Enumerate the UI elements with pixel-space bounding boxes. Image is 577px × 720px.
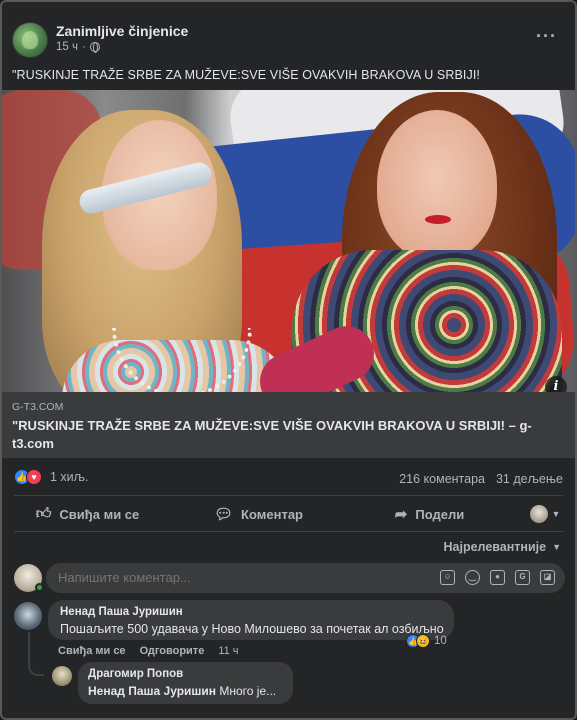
gif-icon[interactable]: G	[515, 570, 530, 585]
comment-like-link[interactable]: Свиђа ми се	[58, 645, 126, 657]
divider	[14, 531, 563, 532]
camera-icon[interactable]: ●	[490, 570, 505, 585]
link-title[interactable]: "RUSKINJE TRAŽE SRBE ZA MUŽEVE:SVE VIŠE …	[12, 417, 557, 453]
caret-down-icon: ▼	[551, 509, 561, 519]
comment-reactions[interactable]: 👍 😆 10	[406, 634, 447, 648]
post-card: Zanimljive činjenice 15 ч · ··· "RUSKINJ…	[0, 0, 577, 720]
post-stats: 👍 ♥ 1 хиљ. 216 коментара 31 дељење	[2, 462, 575, 494]
more-options-button[interactable]: ···	[536, 26, 557, 47]
reply-mention[interactable]: Ненад Паша Јуришин	[88, 684, 216, 698]
comment-bubble: Ненад Паша Јуришин Пошаљите 500 удавача …	[48, 600, 454, 640]
comment-reply-link[interactable]: Одговорите	[140, 645, 205, 657]
reply-bubble: Драгомир Попов Ненад Паша Јуришин Много …	[78, 662, 293, 704]
haha-reaction-icon: 😆	[416, 634, 430, 648]
link-preview[interactable]: G-T3.COM "RUSKINJE TRAŽE SRBE ZA MUŽEVE:…	[2, 392, 575, 458]
comment-button[interactable]: 💬︎ Коментар	[173, 498, 344, 530]
reactions-count: 1 хиљ.	[50, 470, 89, 484]
post-text: "RUSKINJE TRAŽE SRBE ZA MUŽEVE:SVE VIŠE …	[12, 68, 480, 82]
love-reaction-icon: ♥	[26, 469, 42, 485]
avatar	[529, 505, 548, 523]
sticker-icon[interactable]: ◪	[540, 570, 555, 585]
avatar-sticker-icon[interactable]: ☺	[440, 570, 455, 585]
woman-right-face	[377, 110, 497, 260]
share-button[interactable]: ➦ Подели	[344, 498, 515, 530]
post-header: Zanimljive činjenice 15 ч · ···	[2, 2, 575, 62]
caret-down-icon: ▼	[552, 542, 561, 552]
comment-actions: Свиђа ми се Одговорите 11 ч	[58, 645, 239, 657]
page-avatar[interactable]	[12, 22, 48, 58]
globe-icon	[89, 42, 100, 53]
reaction-audience-selector[interactable]: ▼	[515, 498, 575, 530]
reply-text: Ненад Паша Јуришин Много је...	[88, 684, 277, 698]
online-status-dot	[35, 583, 44, 592]
reactions-summary[interactable]: 👍 ♥ 1 хиљ.	[14, 469, 88, 485]
post-time[interactable]: 15 ч	[56, 41, 78, 53]
like-button[interactable]: 👍︎ Свиђа ми се	[2, 498, 173, 530]
info-icon[interactable]: i	[545, 376, 567, 392]
post-image[interactable]: i	[2, 90, 575, 392]
emoji-icon[interactable]: ‿	[465, 570, 480, 585]
reply-author[interactable]: Драгомир Попов	[88, 668, 283, 680]
shares-count[interactable]: 31 дељење	[496, 472, 563, 486]
thumbs-up-icon: 👍︎	[35, 505, 52, 522]
more-horiz-icon: ···	[536, 26, 557, 46]
comment-reaction-count: 10	[434, 635, 447, 647]
comment-icon: 💬︎	[214, 506, 234, 523]
composer-tools: ☺ ‿ ● G ◪	[440, 570, 555, 585]
comment-author-avatar[interactable]	[14, 602, 42, 630]
post-meta: 15 ч ·	[56, 41, 100, 53]
comment-text: Пошаљите 500 удавача у Ново Милошево за …	[60, 622, 444, 636]
divider	[14, 495, 563, 496]
comment-sort-dropdown[interactable]: Најрелевантније ▼	[444, 540, 562, 554]
action-bar: 👍︎ Свиђа ми се 💬︎ Коментар ➦ Подели ▼	[2, 498, 575, 530]
comment-time[interactable]: 11 ч	[218, 645, 238, 657]
comments-count[interactable]: 216 коментара	[399, 472, 485, 486]
comment-author[interactable]: Ненад Паша Јуришин	[60, 606, 442, 618]
comment-input[interactable]	[58, 563, 418, 593]
reply-thread-line	[28, 632, 44, 676]
reply-author-avatar[interactable]	[52, 666, 72, 686]
share-icon: ➦	[394, 506, 408, 523]
woman-right-lips	[425, 215, 451, 224]
comment-composer: ☺ ‿ ● G ◪	[46, 563, 565, 593]
link-domain: G-T3.COM	[12, 401, 64, 413]
page-name[interactable]: Zanimljive činjenice	[56, 23, 188, 39]
